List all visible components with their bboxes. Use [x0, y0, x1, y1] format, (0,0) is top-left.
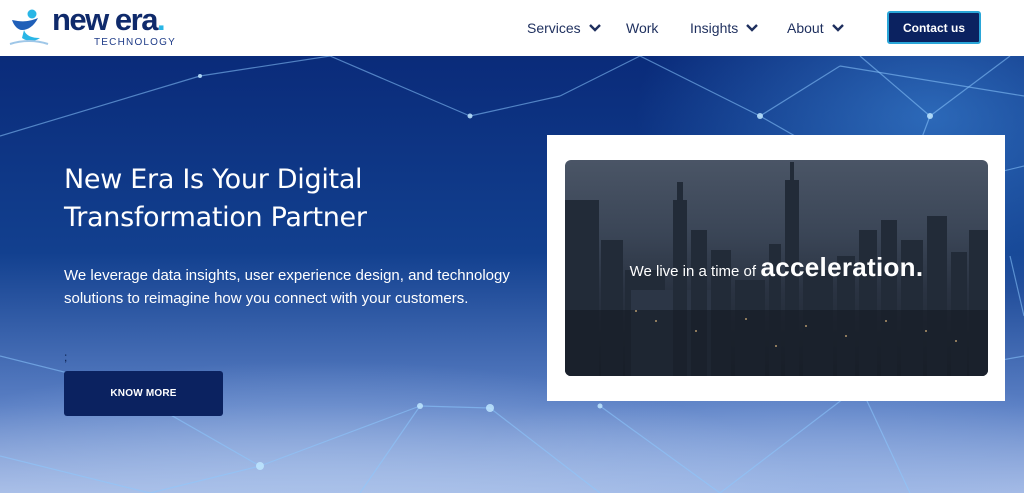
video-card: We live in a time of acceleration. [547, 135, 1005, 401]
brand-tagline: TECHNOLOGY [94, 37, 177, 48]
brand-wordmark: new era. [52, 2, 166, 37]
brand-logo[interactable]: new era. TECHNOLOGY [8, 2, 188, 50]
contact-us-button[interactable]: Contact us [887, 11, 981, 44]
video-overlay-text: We live in a time of acceleration. [565, 252, 988, 283]
promo-video[interactable]: We live in a time of acceleration. [565, 160, 988, 376]
nav-item-services[interactable]: Services [527, 19, 601, 37]
brand-dot: . [156, 2, 166, 37]
logo-mark-icon [9, 9, 49, 45]
nav-item-insights[interactable]: Insights [690, 19, 759, 37]
chevron-down-icon [831, 24, 844, 32]
video-text-small: We live in a time of [629, 263, 757, 280]
nav-item-about[interactable]: About [787, 19, 844, 37]
site-header: new era. TECHNOLOGY Services Work Insigh… [0, 0, 1024, 56]
hero-section: New Era Is Your Digital Transformation P… [0, 56, 1024, 493]
nav-item-label: Services [527, 20, 581, 36]
chevron-down-icon [746, 24, 759, 32]
chevron-down-icon [588, 24, 601, 32]
brand-name: new era [52, 2, 158, 37]
nav-item-label: Work [626, 20, 659, 36]
know-more-button[interactable]: KNOW MORE [64, 371, 223, 416]
nav-item-label: Insights [690, 20, 739, 36]
stray-text: ; [64, 350, 68, 364]
hero-title: New Era Is Your Digital Transformation P… [64, 164, 367, 233]
video-text-big: acceleration. [760, 252, 924, 282]
hero-description: We leverage data insights, user experien… [64, 267, 510, 307]
nav-item-work[interactable]: Work [626, 19, 658, 37]
nav-item-label: About [787, 20, 824, 36]
